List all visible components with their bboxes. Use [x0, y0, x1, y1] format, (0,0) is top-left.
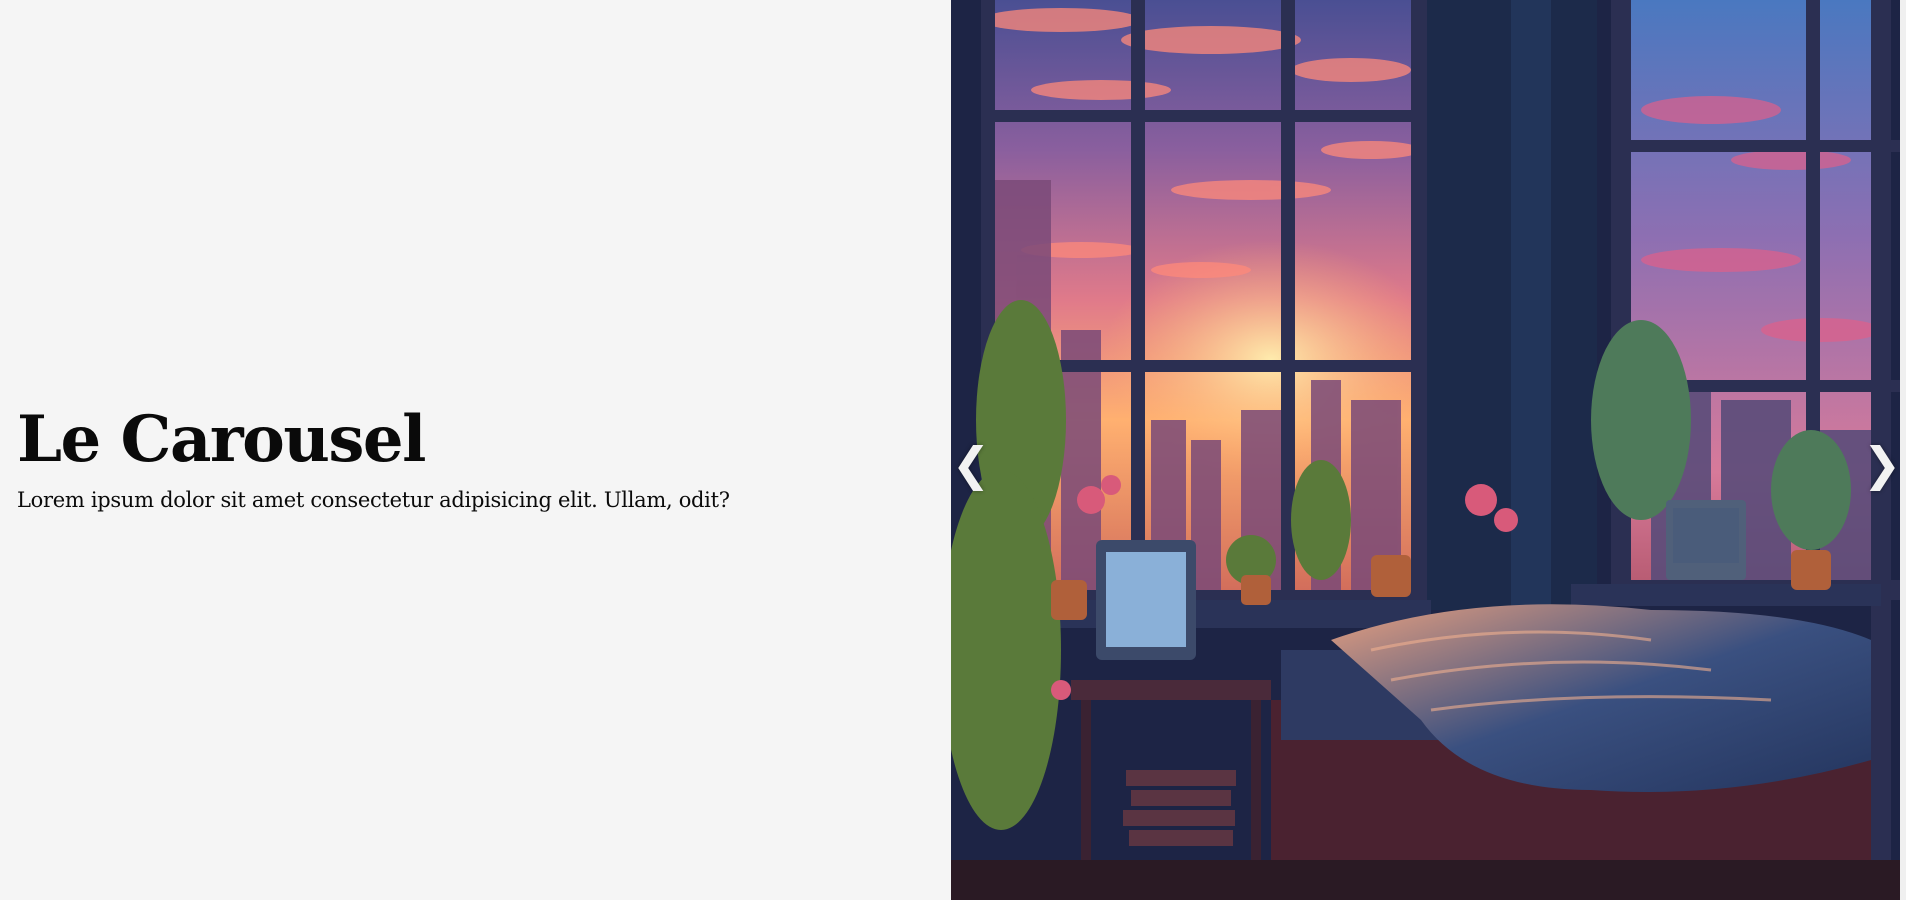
hero-section: Le Carousel Lorem ipsum dolor sit amet c… [17, 398, 917, 514]
chevron-right-icon: ❯ [1862, 437, 1902, 491]
carousel-prev-button[interactable]: ❮ [951, 432, 991, 496]
carousel-slide-image [951, 0, 1906, 900]
image-carousel[interactable]: ❮ ❯ [951, 0, 1906, 900]
chevron-left-icon: ❮ [951, 437, 991, 491]
page-title: Le Carousel [17, 402, 426, 477]
carousel-next-button[interactable]: ❯ [1862, 432, 1902, 496]
page-subtitle: Lorem ipsum dolor sit amet consectetur a… [17, 488, 730, 512]
